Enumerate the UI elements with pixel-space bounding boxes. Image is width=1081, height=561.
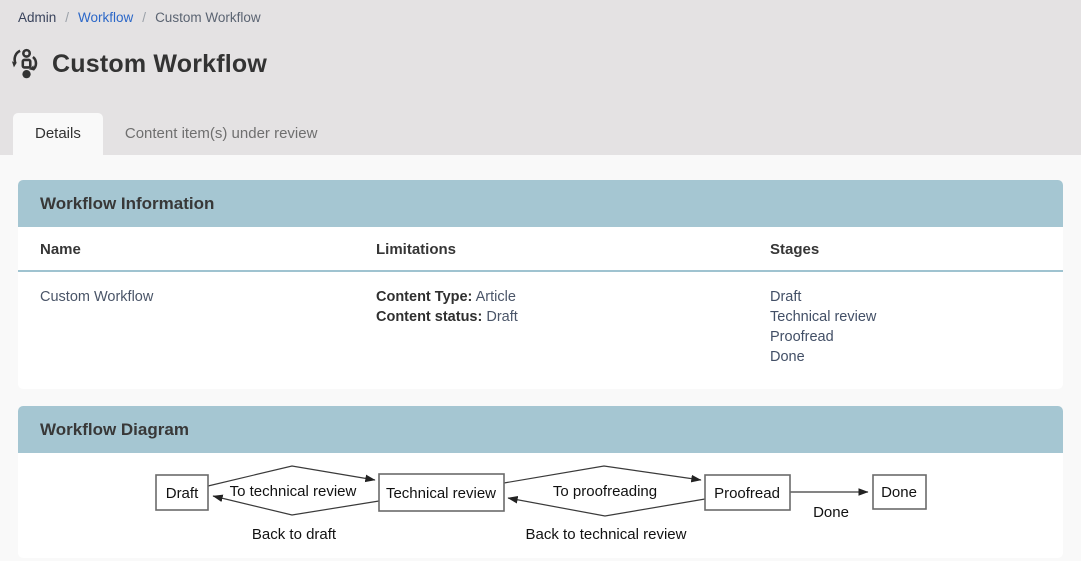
node-label-done: Done xyxy=(881,484,917,501)
transition-label-done: Done xyxy=(813,504,849,521)
limitation-content-type: Content Type: Article xyxy=(376,287,726,307)
node-label-draft: Draft xyxy=(166,485,199,502)
workflow-diagram-title: Workflow Diagram xyxy=(40,420,1041,440)
breadcrumb-separator: / xyxy=(65,10,69,25)
stage-item: Draft xyxy=(770,287,1041,307)
stage-item: Technical review xyxy=(770,307,1041,327)
column-header-name: Name xyxy=(18,227,354,271)
breadcrumb-separator: / xyxy=(142,10,146,25)
breadcrumb: Admin / Workflow / Custom Workflow xyxy=(0,0,1081,25)
limitation-content-status: Content status: Draft xyxy=(376,307,726,327)
limitation-label: Content status: xyxy=(376,309,482,325)
workflow-diagram-header: Workflow Diagram xyxy=(18,406,1063,453)
workflow-icon xyxy=(10,48,42,80)
workflow-information-panel: Workflow Information Name Limitations St… xyxy=(18,180,1063,389)
workflow-diagram-panel: Workflow Diagram To technical xyxy=(18,406,1063,558)
tab-bar: Details Content item(s) under review xyxy=(13,113,339,155)
limitation-value: Article xyxy=(476,289,516,305)
stage-item: Proofread xyxy=(770,327,1041,347)
breadcrumb-workflow-link[interactable]: Workflow xyxy=(78,10,133,25)
tab-content-items-under-review[interactable]: Content item(s) under review xyxy=(103,113,340,155)
cell-limitations: Content Type: Article Content status: Dr… xyxy=(354,271,748,389)
page-title: Custom Workflow xyxy=(52,50,267,79)
app-header: Admin / Workflow / Custom Workflow Custo… xyxy=(0,0,1081,155)
limitation-value: Draft xyxy=(486,309,517,325)
workflow-diagram-svg: To technical review Back to draft To pro… xyxy=(18,453,1063,558)
node-label-proofread: Proofread xyxy=(714,485,780,502)
transition-label-to-technical-review: To technical review xyxy=(230,483,357,500)
column-header-limitations: Limitations xyxy=(354,227,748,271)
node-label-technical-review: Technical review xyxy=(386,485,496,502)
workflow-information-header: Workflow Information xyxy=(18,180,1063,227)
transition-label-back-to-draft: Back to draft xyxy=(252,526,337,543)
workflow-diagram-body: To technical review Back to draft To pro… xyxy=(18,453,1063,558)
transition-label-back-to-technical-review: Back to technical review xyxy=(526,526,687,543)
workflow-information-title: Workflow Information xyxy=(40,194,1041,214)
transition-label-to-proofreading: To proofreading xyxy=(553,483,657,500)
column-header-stages: Stages xyxy=(748,227,1063,271)
tab-details[interactable]: Details xyxy=(13,113,103,155)
stage-item: Done xyxy=(770,347,1041,367)
table-row: Custom Workflow Content Type: Article Co… xyxy=(18,271,1063,389)
cell-stages: Draft Technical review Proofread Done xyxy=(748,271,1063,389)
breadcrumb-current: Custom Workflow xyxy=(155,10,261,25)
cell-name: Custom Workflow xyxy=(18,271,354,389)
page-title-row: Custom Workflow xyxy=(0,25,1081,80)
breadcrumb-admin[interactable]: Admin xyxy=(18,10,56,25)
workflow-information-table: Name Limitations Stages Custom Workflow … xyxy=(18,227,1063,389)
main-content: Workflow Information Name Limitations St… xyxy=(0,155,1081,558)
limitation-label: Content Type: xyxy=(376,289,472,305)
